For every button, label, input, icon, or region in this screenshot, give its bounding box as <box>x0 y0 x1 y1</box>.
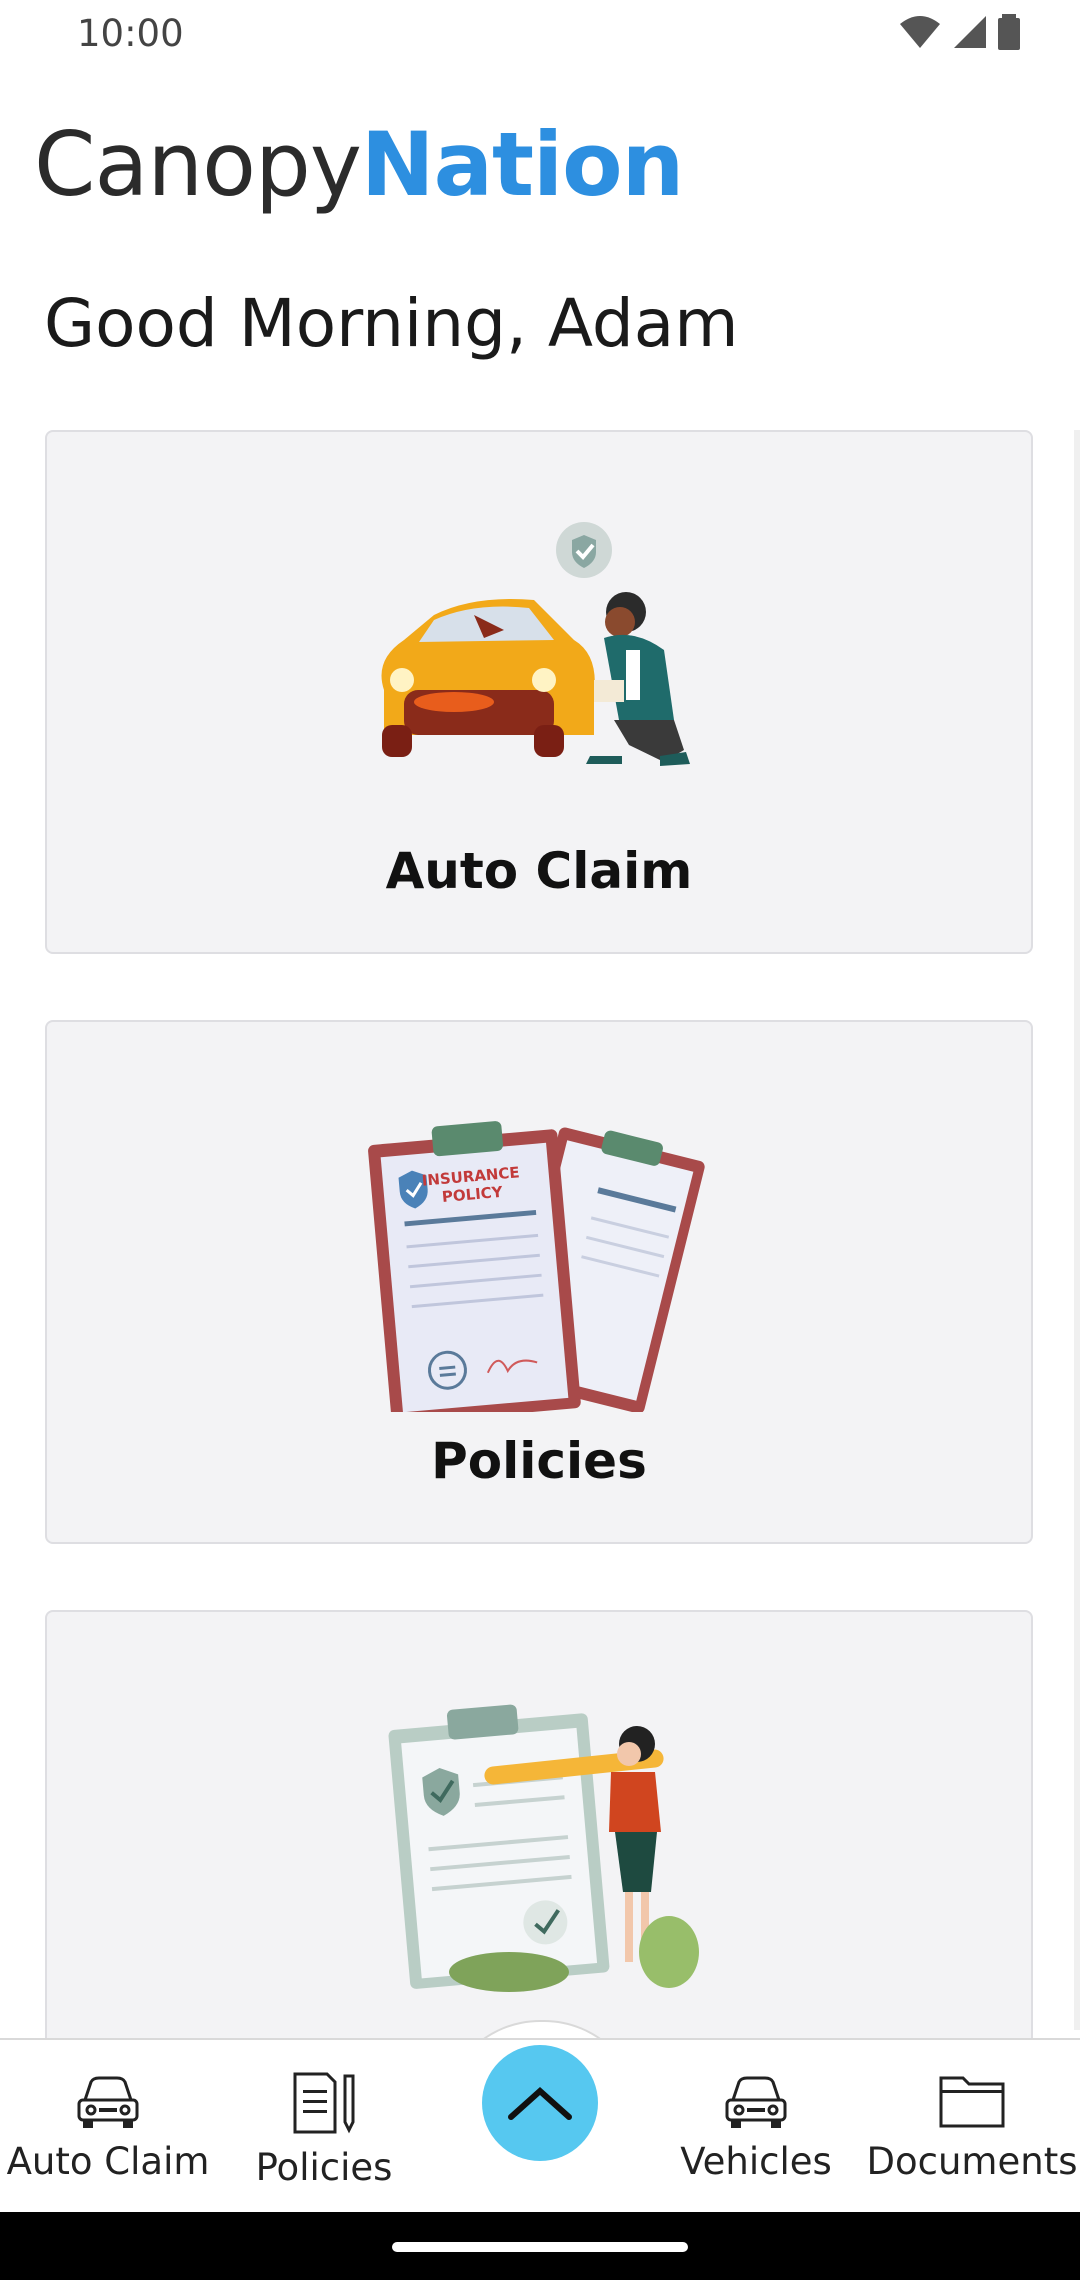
nav-vehicles[interactable]: Vehicles <box>648 2070 864 2183</box>
home-gesture-pill[interactable] <box>392 2242 688 2252</box>
nav-documents-label: Documents <box>866 2140 1078 2183</box>
nav-policies[interactable]: Policies <box>216 2070 432 2189</box>
nav-vehicles-label: Vehicles <box>680 2140 832 2183</box>
checklist-card[interactable] <box>45 1610 1033 2080</box>
status-bar: 10:00 <box>0 0 1080 70</box>
logo-part-2: Nation <box>360 113 684 216</box>
folder-icon <box>939 2076 1005 2128</box>
signal-icon <box>954 16 986 48</box>
chevron-up-icon <box>508 2086 572 2120</box>
policy-document-icon <box>293 2072 355 2134</box>
nav-auto-claim-label: Auto Claim <box>6 2140 210 2183</box>
auto-claim-card-label: Auto Claim <box>385 842 693 900</box>
status-time: 10:00 <box>77 12 184 55</box>
greeting-text: Good Morning, Adam <box>44 285 739 362</box>
policies-card-label: Policies <box>431 1432 647 1490</box>
auto-claim-card[interactable]: Auto Claim <box>45 430 1033 954</box>
logo-part-1: Canopy <box>34 113 362 216</box>
car-icon <box>725 2076 787 2128</box>
nav-documents[interactable]: Documents <box>864 2070 1080 2183</box>
app-logo: CanopyNation <box>34 110 684 220</box>
expand-fab-button[interactable] <box>482 2045 598 2161</box>
checklist-illustration <box>388 1704 699 1992</box>
nav-policies-label: Policies <box>255 2146 393 2189</box>
auto-claim-illustration <box>381 522 690 766</box>
wifi-icon <box>900 16 940 48</box>
policies-illustration: INSURANCE POLICY <box>368 1121 705 1412</box>
status-icons <box>898 14 1020 50</box>
battery-icon <box>998 14 1020 50</box>
nav-auto-claim[interactable]: Auto Claim <box>0 2070 216 2183</box>
policies-card[interactable]: INSURANCE POLICY Policies <box>45 1020 1033 1544</box>
car-icon <box>77 2076 139 2128</box>
scroll-indicator <box>1074 430 1080 2030</box>
